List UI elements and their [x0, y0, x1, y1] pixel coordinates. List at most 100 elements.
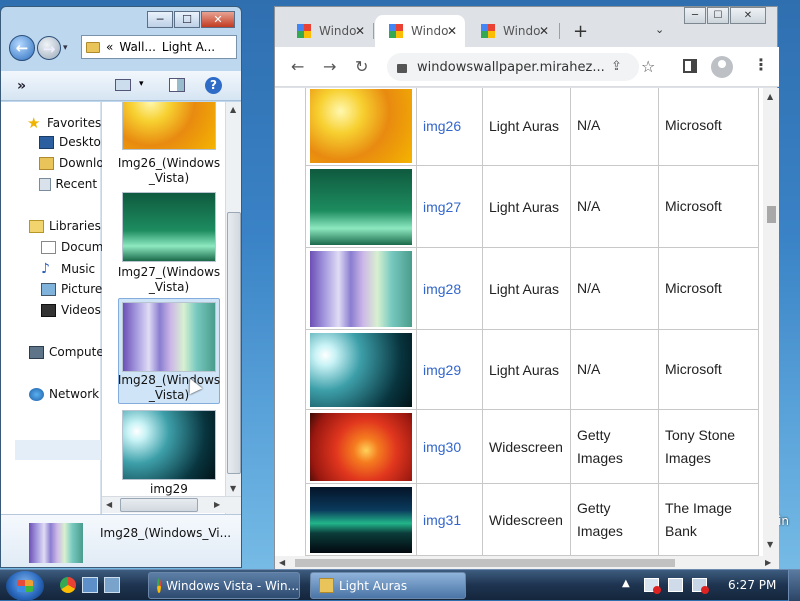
breadcrumb-wallpapers[interactable]: Wall... [119, 40, 156, 54]
new-tab-button[interactable]: + [573, 21, 588, 42]
file-label-img29[interactable]: img29 [116, 482, 222, 497]
category-cell: Light Auras [482, 165, 571, 248]
file-thumbnail-img29[interactable] [122, 410, 216, 480]
page-horizontal-scrollbar[interactable]: ◀ ▶ [275, 556, 779, 570]
file-list-scroll-thumb[interactable] [227, 212, 241, 474]
lock-icon[interactable] [397, 63, 407, 73]
volume-muted-icon[interactable] [692, 578, 709, 594]
toolbar-more-chevron[interactable]: » [17, 78, 26, 94]
file-label-img26[interactable]: Img26_(Windows _Vista) [116, 156, 222, 186]
music-note-icon: ♪ [41, 261, 50, 277]
wallpaper-thumbnail[interactable] [310, 168, 412, 245]
wallpaper-thumbnail[interactable] [310, 412, 412, 481]
file-list-vertical-scrollbar[interactable]: ▲ ▼ [225, 102, 241, 514]
source-cell: N/A [570, 247, 659, 330]
quicklaunch-switch-windows-icon[interactable] [104, 577, 120, 593]
file-list-horizontal-scrollbar[interactable]: ◀ ▶ [102, 496, 241, 513]
source-cell: N/A [570, 88, 659, 166]
wallpaper-thumbnail[interactable] [310, 250, 412, 327]
file-thumbnail-img27[interactable] [122, 192, 216, 262]
thumbnail-cell [305, 329, 417, 410]
tab-2-active[interactable]: Windo ✕ [375, 15, 465, 47]
show-desktop-button[interactable] [788, 570, 800, 601]
scroll-down-arrow-icon[interactable]: ▼ [230, 484, 236, 493]
source-cell: Getty Images [570, 409, 659, 484]
start-button-windows-orb-icon[interactable] [6, 571, 44, 601]
file-label-img28[interactable]: Img28_(Windows _Vista) [116, 373, 222, 403]
tab-3[interactable]: Windo ✕ [467, 15, 557, 47]
wallpaper-id-link[interactable]: img29 [416, 329, 483, 410]
recent-pages-dropdown[interactable]: ▾ [63, 43, 68, 53]
wallpaper-id-link[interactable]: img31 [416, 483, 483, 556]
show-hidden-icons-arrow[interactable]: ▲ [622, 578, 630, 589]
back-arrow-icon[interactable]: ← [291, 57, 304, 76]
page-scroll-down-icon[interactable]: ▼ [767, 540, 773, 549]
wallpaper-id-link[interactable]: img26 [416, 88, 483, 166]
tab-2-close-icon[interactable]: ✕ [447, 24, 457, 38]
forward-arrow-icon[interactable]: → [323, 57, 336, 76]
folder-icon [319, 578, 334, 593]
table-row: img31 Widescreen Getty Images The Image Ban… [305, 483, 759, 556]
address-bar[interactable]: « Wall... Light A... [81, 35, 237, 59]
tab-search-dropdown[interactable]: ⌄ [655, 23, 664, 36]
file-list-hscroll-thumb[interactable] [120, 498, 198, 512]
address-overflow-chevron[interactable]: « [106, 40, 113, 54]
browser-caption-buttons: ─ ☐ ✕ [683, 7, 766, 24]
file-thumbnail-img26[interactable] [122, 102, 216, 150]
file-label-img27[interactable]: Img27_(Windows _Vista) [116, 265, 222, 295]
url-bar[interactable]: windowswallpaper.mirahez... [387, 53, 639, 81]
page-scroll-up-icon[interactable]: ▲ [767, 92, 773, 101]
side-panel-icon[interactable] [683, 59, 697, 73]
file-thumbnail-img28[interactable] [122, 302, 216, 372]
category-cell: Light Auras [482, 247, 571, 330]
action-center-flag-icon[interactable] [644, 578, 661, 594]
author-cell: The Image Bank [658, 483, 759, 556]
taskbar-item-chrome[interactable]: Windows Vista - Win... [148, 572, 300, 599]
kebab-menu-icon[interactable]: ⋮ [753, 55, 769, 74]
page-vertical-scrollbar[interactable]: ▲ ▼ [763, 88, 779, 556]
browser-minimize-button[interactable]: ─ [684, 7, 706, 24]
network-status-icon[interactable] [668, 578, 683, 592]
scroll-right-arrow-icon[interactable]: ▶ [214, 500, 220, 509]
wallpaper-id-link[interactable]: img28 [416, 247, 483, 330]
change-view-icon[interactable] [115, 79, 131, 91]
explorer-maximize-button[interactable]: ☐ [174, 11, 200, 28]
wallpaper-thumbnail[interactable] [310, 88, 412, 163]
browser-close-button[interactable]: ✕ [730, 7, 766, 24]
page-scroll-right-icon[interactable]: ▶ [765, 558, 771, 567]
wallpaper-id-link[interactable]: img27 [416, 165, 483, 248]
reload-icon[interactable]: ↻ [355, 57, 368, 76]
page-scroll-left-icon[interactable]: ◀ [279, 558, 285, 567]
tab-1[interactable]: Windo ✕ [283, 15, 373, 47]
bookmark-star-icon[interactable]: ☆ [641, 57, 655, 76]
scroll-left-arrow-icon[interactable]: ◀ [106, 500, 112, 509]
preview-pane-icon[interactable] [169, 78, 185, 92]
system-clock[interactable]: 6:27 PM [728, 578, 776, 592]
back-button[interactable]: ← [9, 35, 35, 61]
scroll-up-arrow-icon[interactable]: ▲ [230, 105, 236, 114]
tab-2-title: Windo [411, 24, 449, 38]
wallpaper-thumbnail[interactable] [310, 486, 412, 553]
explorer-close-button[interactable]: ✕ [201, 11, 235, 28]
tab-3-close-icon[interactable]: ✕ [539, 24, 549, 38]
quicklaunch-chrome-icon[interactable] [60, 577, 76, 593]
page-scroll-thumb[interactable] [767, 206, 776, 223]
thumbnail-cell [305, 247, 417, 330]
view-dropdown-arrow[interactable]: ▾ [139, 79, 144, 89]
quicklaunch-show-desktop-icon[interactable] [82, 577, 98, 593]
explorer-window: ─ ☐ ✕ ← → ▾ « Wall... Light A... » ▾ ? ★… [0, 6, 242, 568]
wallpaper-id-link[interactable]: img30 [416, 409, 483, 484]
wallpaper-thumbnail[interactable] [310, 332, 412, 407]
help-icon[interactable]: ? [205, 77, 222, 94]
explorer-caption-buttons: ─ ☐ ✕ [146, 11, 235, 28]
wallpaper-table: img26 Light Auras N/A Microsoft img27 Light A… [305, 88, 759, 556]
tab-1-close-icon[interactable]: ✕ [355, 24, 365, 38]
share-icon[interactable]: ⇪ [611, 59, 622, 74]
taskbar-item-explorer[interactable]: Light Auras [310, 572, 466, 599]
forward-button[interactable]: → [37, 36, 61, 60]
browser-maximize-button[interactable]: ☐ [707, 7, 729, 24]
breadcrumb-light-auras[interactable]: Light A... [162, 40, 215, 54]
page-hscroll-thumb[interactable] [295, 559, 675, 567]
explorer-minimize-button[interactable]: ─ [147, 11, 173, 28]
profile-avatar-icon[interactable] [711, 56, 733, 78]
